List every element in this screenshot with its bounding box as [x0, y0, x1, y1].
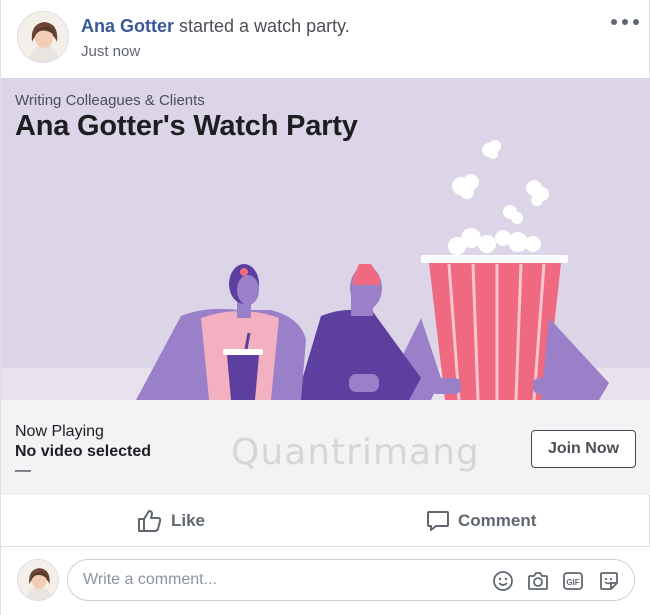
comment-composer: Write a comment... GIF [1, 547, 650, 615]
author-avatar[interactable] [17, 11, 69, 63]
gif-icon[interactable]: GIF [562, 570, 584, 592]
comment-placeholder: Write a comment... [83, 571, 217, 588]
watch-party-banner[interactable]: Writing Colleagues & Clients Ana Gotter'… [1, 78, 650, 400]
like-label: Like [171, 511, 206, 530]
svg-text:GIF: GIF [566, 578, 579, 587]
banner-subtitle: Writing Colleagues & Clients [15, 92, 205, 109]
post-actions-bar: Like Comment [1, 495, 650, 547]
now-playing-label: Now Playing [15, 423, 104, 440]
smiley-icon[interactable] [492, 570, 514, 592]
comment-input[interactable]: Write a comment... GIF [67, 559, 635, 601]
author-line: Ana Gotter started a watch party. [81, 14, 350, 38]
comment-button[interactable]: Comment [426, 495, 536, 547]
thumbs-up-icon [138, 510, 162, 532]
post-timestamp[interactable]: Just now [81, 43, 350, 60]
sticker-icon[interactable] [598, 570, 620, 592]
speech-bubble-icon [427, 511, 449, 531]
author-name-link[interactable]: Ana Gotter [81, 16, 174, 36]
watch-party-post: Ana Gotter started a watch party. Just n… [0, 0, 650, 615]
camera-icon[interactable] [527, 570, 549, 592]
join-now-button[interactable]: Join Now [531, 430, 636, 468]
post-header: Ana Gotter started a watch party. Just n… [1, 0, 650, 78]
now-playing-value: No video selected [15, 443, 152, 460]
comment-label: Comment [458, 511, 537, 530]
post-action-text: started a watch party. [174, 16, 350, 36]
more-options-icon[interactable] [611, 12, 639, 32]
now-playing-dash: — [15, 462, 31, 479]
commenter-avatar[interactable] [17, 559, 59, 601]
watermark: Quantrimang [231, 432, 480, 473]
banner-title: Ana Gotter's Watch Party [15, 110, 358, 142]
header-text: Ana Gotter started a watch party. Just n… [81, 14, 350, 60]
like-button[interactable]: Like [137, 495, 205, 547]
